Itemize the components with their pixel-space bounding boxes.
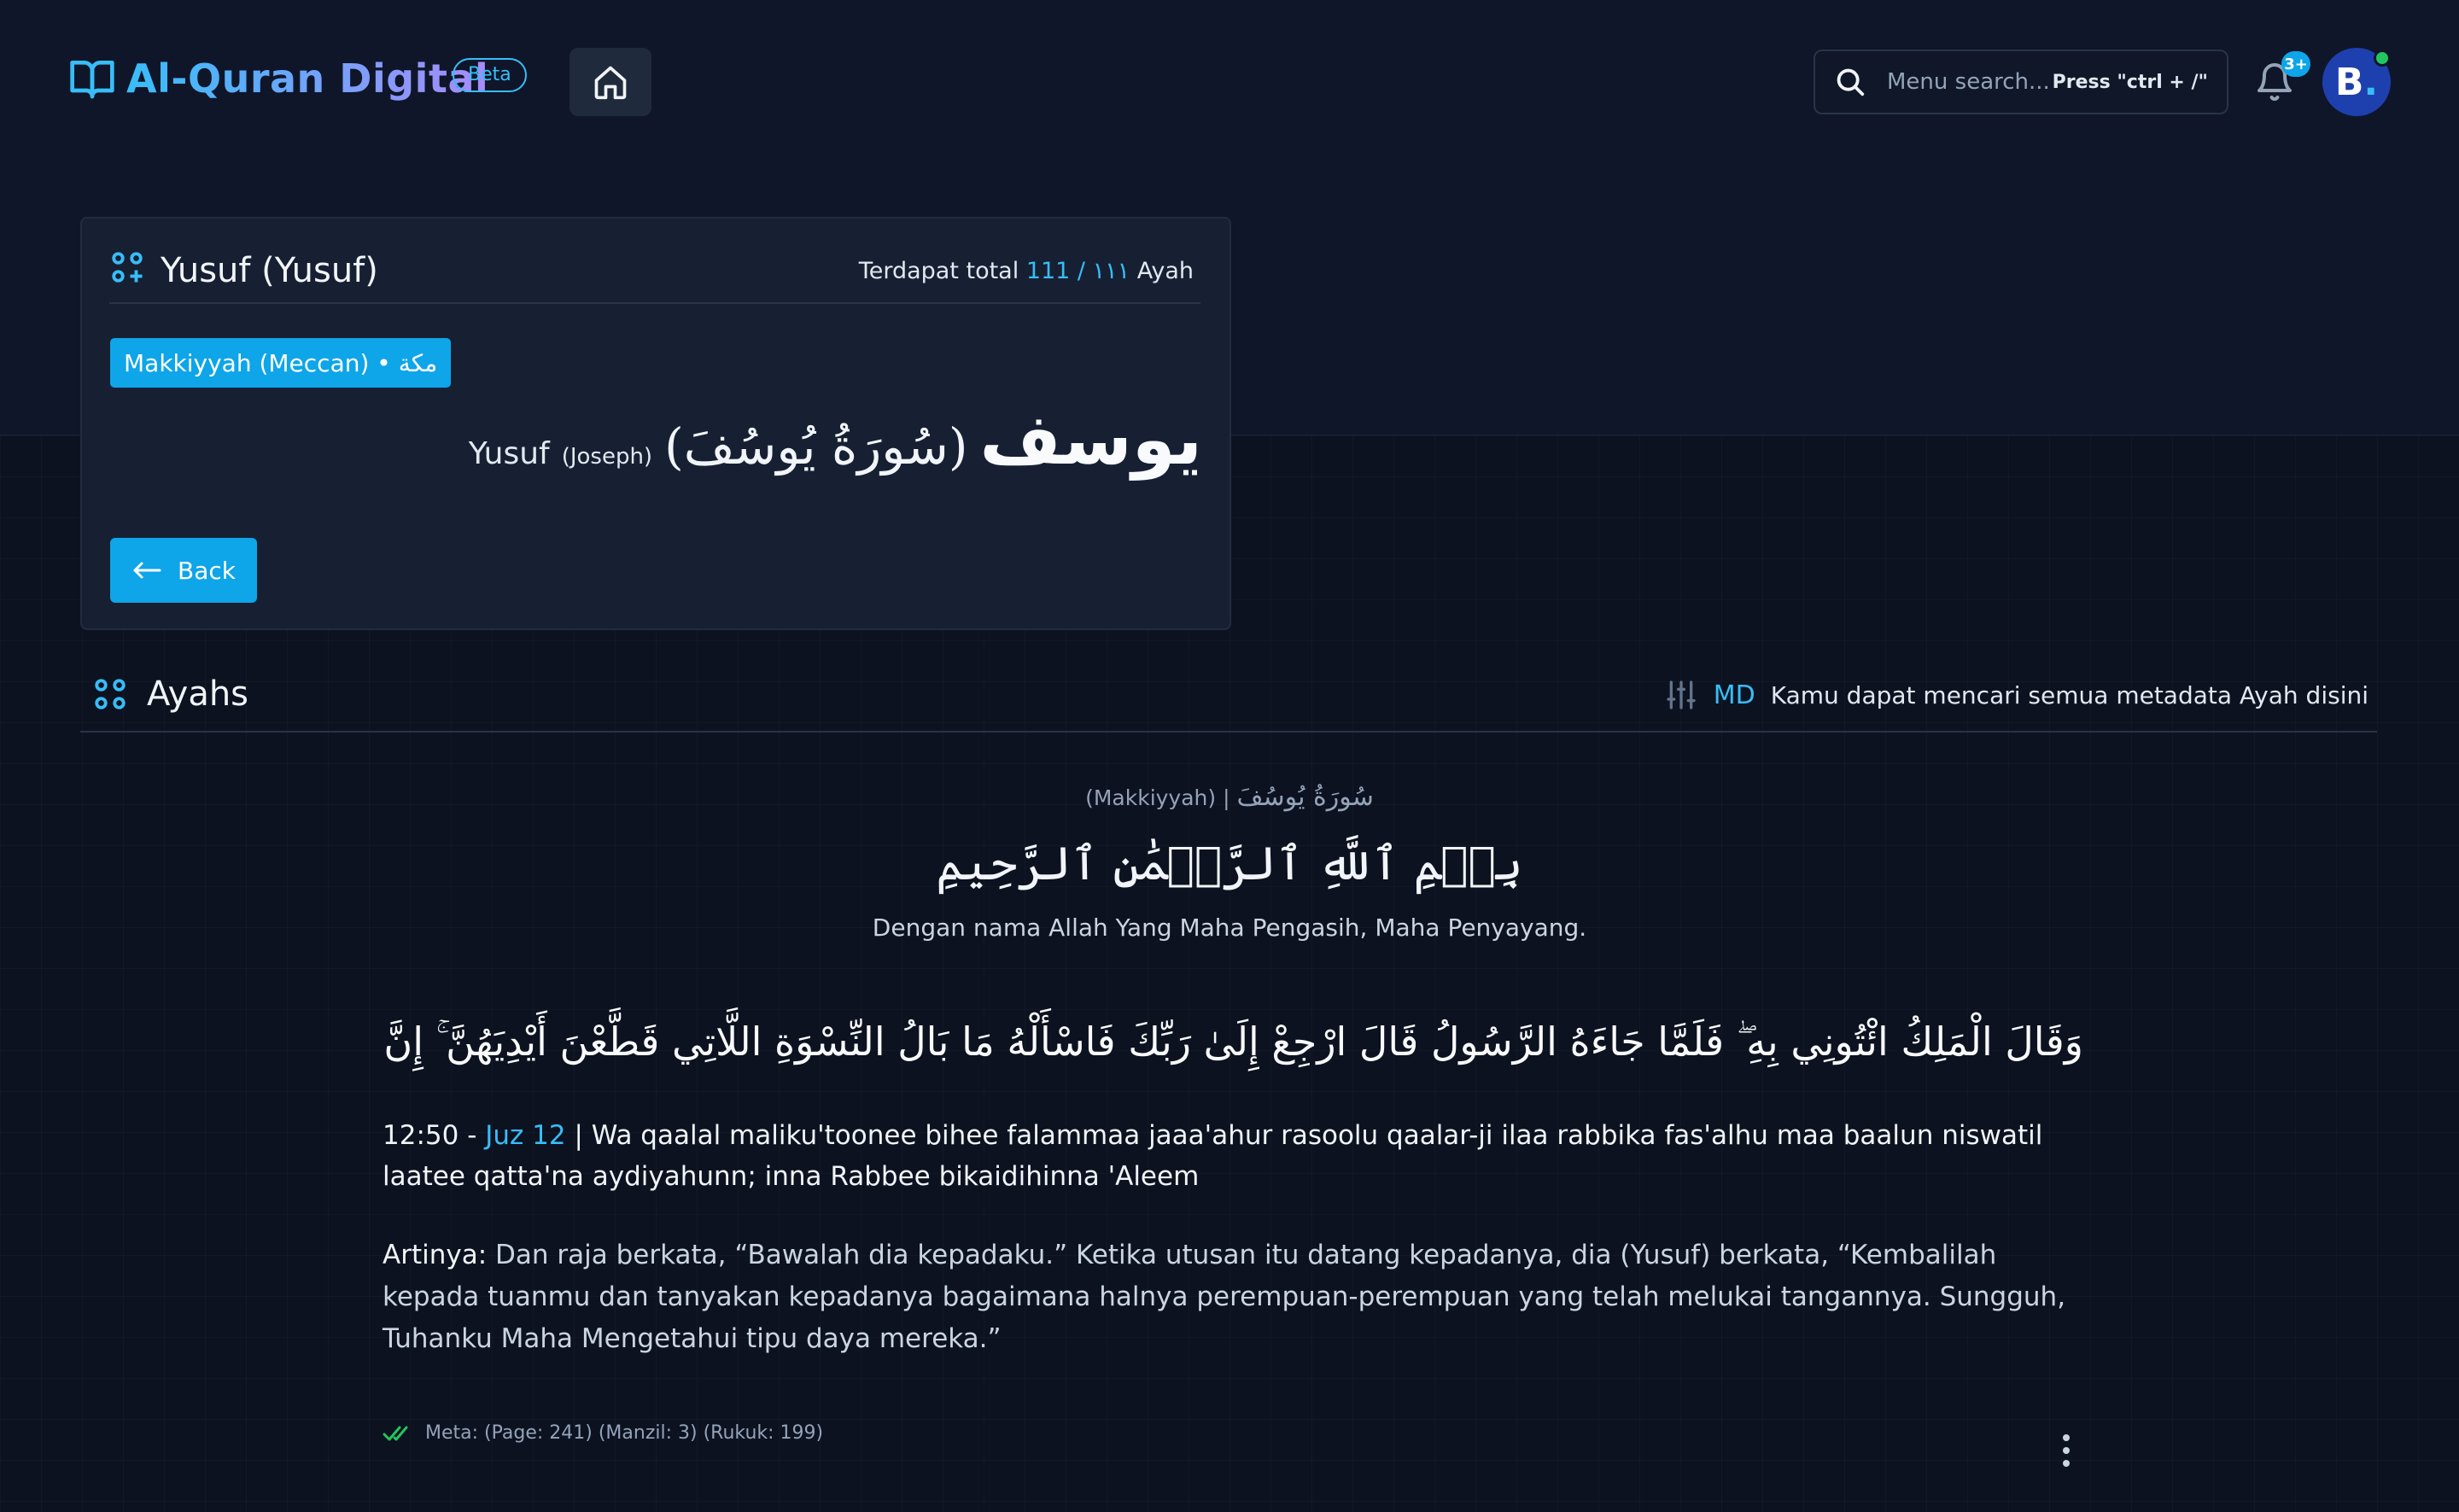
bismillah-translation: Dengan nama Allah Yang Maha Pengasih, Ma… (872, 914, 1587, 942)
book-open-icon (70, 61, 114, 99)
translation-label: Artinya: (383, 1240, 488, 1270)
caption-type: (Makkiyyah) | (1085, 785, 1230, 810)
ayahs-header: Ayahs MD Kamu dapat mencari semua metada… (80, 657, 2377, 733)
search-icon (1837, 68, 1865, 96)
beta-badge: Beta (453, 58, 527, 92)
ayah-translation: Dan raja berkata, “Bawalah dia kepadaku.… (383, 1240, 2066, 1354)
surah-title: Yusuf (Yusuf) (161, 251, 378, 290)
home-icon (594, 66, 627, 100)
ayah-meta: Meta: (Page: 241) (Manzil: 3) (Rukuk: 19… (383, 1422, 823, 1444)
back-button[interactable]: Back (110, 538, 257, 603)
ayah-total-prefix: Terdapat total (858, 258, 1019, 284)
surah-latin-name: Yusuf (468, 436, 550, 471)
surah-translation: (Joseph) (561, 444, 653, 470)
top-header: Al-Quran Digital Beta Menu search... Pre… (0, 0, 2459, 162)
sliders-icon (1667, 680, 1696, 709)
brand-title: Al-Quran Digital (126, 55, 489, 102)
arrow-left-icon (133, 562, 161, 579)
surah-info-card: Yusuf (Yusuf) Terdapat total 111 / ١١١ A… (80, 217, 1231, 630)
search-placeholder: Menu search... (1887, 69, 2050, 95)
ayah-meta-text: Meta: (Page: 241) (Manzil: 3) (Rukuk: 19… (425, 1422, 824, 1444)
notification-count: 3+ (2281, 51, 2310, 77)
caption-arabic: سُورَةُ يُوسُفَ (1236, 782, 1374, 812)
surah-arabic-full: (سُورَةُ يُوسُفَ) (664, 417, 968, 476)
surah-arabic-name: يوسف (979, 400, 1203, 481)
ayah-total-count: 111 / ١١١ (1025, 258, 1130, 284)
menu-search[interactable]: Menu search... Press "ctrl + /" (1814, 50, 2228, 114)
surah-name-row: Yusuf (Joseph) (سُورَةُ يُوسُفَ) يوسف (469, 400, 1202, 481)
ayah-total: Terdapat total 111 / ١١١ Ayah (859, 258, 1194, 284)
apps-icon (112, 252, 143, 283)
avatar-letter: B (2334, 60, 2364, 104)
ayahs-heading: Ayahs (147, 674, 249, 714)
search-shortcut-hint: Press "ctrl + /" (2052, 71, 2208, 93)
surah-card-header: Yusuf (Yusuf) Terdapat total 111 / ١١١ A… (109, 249, 1200, 304)
metadata-search-link[interactable]: MD Kamu dapat mencari semua metadata Aya… (1664, 678, 2368, 712)
md-label: MD (1713, 680, 1755, 710)
double-check-icon (383, 1426, 408, 1440)
metadata-hint: Kamu dapat mencari semua metadata Ayah d… (1770, 680, 2368, 709)
ayah-reference: 12:50 - (383, 1120, 477, 1151)
ayah-transliteration-block: 12:50 - Juz 12 | Wa qaalal maliku'toonee… (383, 1115, 2082, 1197)
back-label: Back (178, 556, 236, 585)
kebab-menu-icon[interactable] (2058, 1434, 2075, 1467)
ayah-transliteration: | Wa qaalal maliku'toonee bihee falammaa… (383, 1120, 2043, 1192)
revelation-type-badge: Makkiyyah (Meccan) • مكة (110, 338, 452, 388)
surah-caption: (Makkiyyah) | سُورَةُ يُوسُفَ (0, 782, 2459, 812)
home-button[interactable] (569, 48, 651, 116)
brand-link[interactable]: Al-Quran Digital (68, 55, 488, 102)
ayahs-title: Ayahs (92, 674, 248, 714)
bismillah: بِسۡمِ ٱللَّهِ ٱلرَّحۡمَٰنِ ٱلرَّحِيمِ (936, 837, 1523, 890)
apps-icon (95, 679, 126, 709)
ayah-arabic-text: وَقَالَ الْمَلِكُ ائْتُونِي بِهِ ۖ فَلَم… (376, 1019, 2083, 1065)
juz-link[interactable]: Juz 12 (485, 1120, 565, 1151)
avatar-dot: . (2363, 60, 2379, 104)
ayah-total-suffix: Ayah (1136, 258, 1194, 284)
ayah-translation-block: Artinya: Dan raja berkata, “Bawalah dia … (383, 1235, 2082, 1360)
online-status-dot (2374, 50, 2391, 67)
